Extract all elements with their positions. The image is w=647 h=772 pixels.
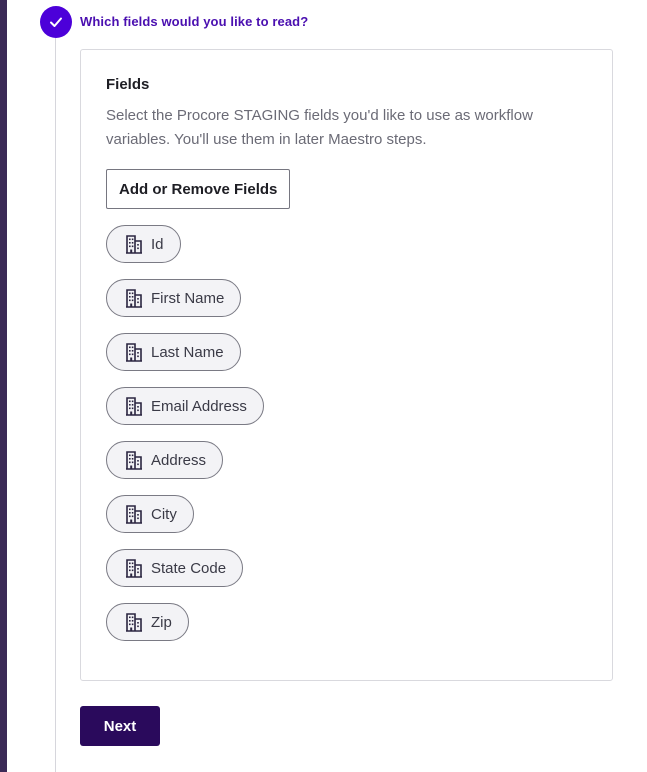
step-title[interactable]: Which fields would you like to read? — [80, 14, 308, 29]
building-icon — [125, 504, 143, 524]
building-icon — [125, 612, 143, 632]
fields-heading: Fields — [106, 76, 150, 93]
building-icon — [125, 450, 143, 470]
building-icon — [125, 288, 143, 308]
building-icon — [125, 234, 143, 254]
field-chip[interactable]: Email Address — [106, 387, 264, 425]
field-chip[interactable]: Zip — [106, 603, 189, 641]
building-icon — [125, 396, 143, 416]
field-chip[interactable]: First Name — [106, 279, 242, 317]
field-chip-label: Id — [151, 235, 164, 253]
field-chip-label: First Name — [151, 289, 225, 307]
field-chip-label: Zip — [151, 613, 172, 631]
field-chip[interactable]: City — [106, 495, 194, 533]
field-chip[interactable]: Last Name — [106, 333, 241, 371]
field-chip-label: City — [151, 505, 177, 523]
field-chip-label: Last Name — [151, 343, 224, 361]
workflow-step-page: Which fields would you like to read? Fie… — [0, 0, 647, 772]
field-chip[interactable]: Id — [106, 225, 181, 263]
add-remove-fields-button[interactable]: Add or Remove Fields — [106, 169, 291, 209]
step-connector-line — [55, 38, 56, 772]
fields-card: Fields Select the Procore STAGING fields… — [80, 49, 613, 681]
field-chip[interactable]: State Code — [106, 549, 244, 587]
field-chip-label: Email Address — [151, 397, 247, 415]
field-chip-label: State Code — [151, 559, 227, 577]
selected-fields-list: Id First Name Last Name Email Address Ad… — [106, 225, 264, 657]
field-chip-label: Address — [151, 451, 207, 469]
building-icon — [125, 342, 143, 362]
left-rail — [0, 0, 7, 772]
fields-description: Select the Procore STAGING fields you'd … — [106, 107, 533, 148]
next-button[interactable]: Next — [80, 706, 160, 746]
step-complete-check-icon — [40, 6, 72, 38]
building-icon — [125, 558, 143, 578]
field-chip[interactable]: Address — [106, 441, 224, 479]
